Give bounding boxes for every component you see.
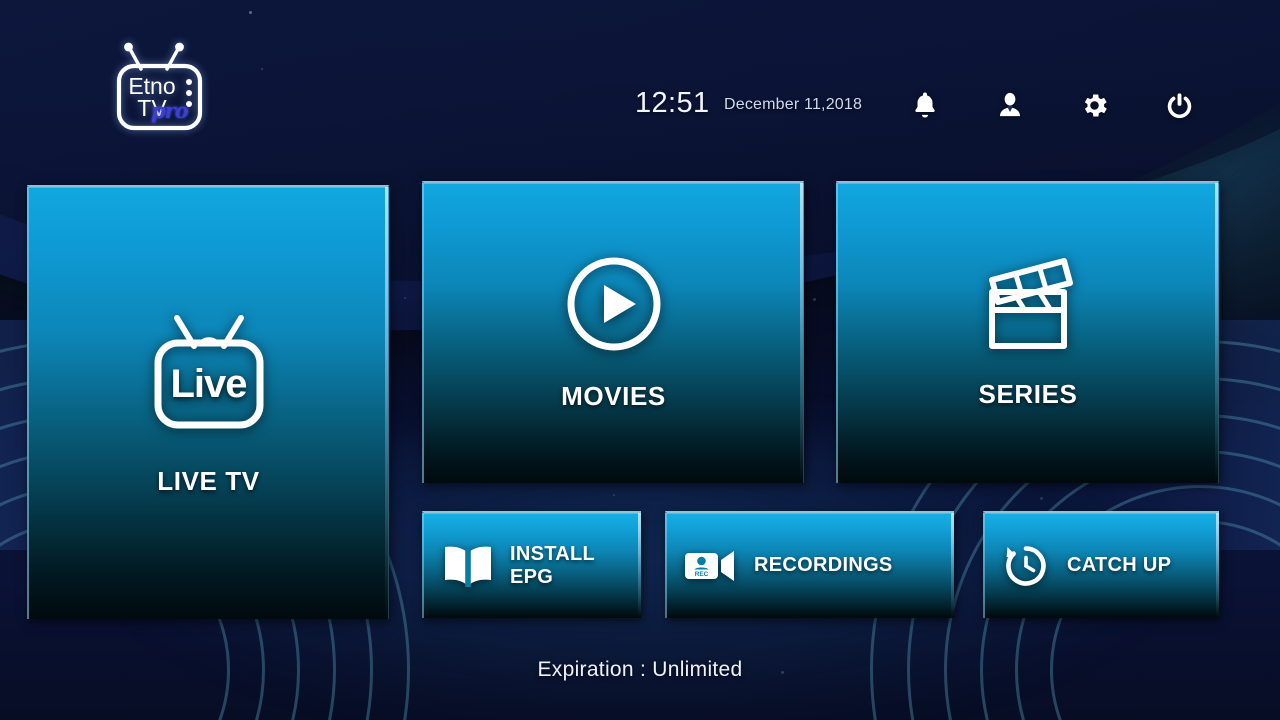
tile-live-tv-label: LIVE TV	[157, 465, 260, 496]
tile-movies-label: MOVIES	[561, 381, 666, 411]
dust-particle	[1040, 497, 1043, 500]
button-catch-up[interactable]: CATCH UP	[983, 511, 1219, 618]
expiration-status: Expiration : Unlimited	[537, 658, 743, 681]
clapperboard-icon	[978, 256, 1078, 357]
button-recordings[interactable]: REC RECORDINGS	[665, 511, 954, 618]
logo-pro-text: pro	[151, 98, 189, 123]
svg-text:REC: REC	[695, 571, 709, 578]
dust-particle	[613, 494, 615, 496]
live-tv-icon-text: Live	[170, 361, 247, 406]
tile-series[interactable]: SERIES	[836, 181, 1219, 483]
app-logo[interactable]: Etno TV pro	[107, 36, 212, 136]
history-clock-icon	[1003, 543, 1049, 589]
user-account-icon[interactable]	[987, 82, 1033, 128]
live-tv-icon: Live	[149, 310, 269, 432]
settings-gear-icon[interactable]	[1071, 82, 1117, 128]
button-install-epg-label: INSTALL EPG	[510, 543, 595, 588]
dust-particle	[813, 298, 816, 301]
button-recordings-label: RECORDINGS	[754, 554, 893, 577]
button-install-epg-label-line2: EPG	[510, 565, 554, 588]
clock-time: 12:51	[635, 87, 710, 119]
notifications-bell-icon[interactable]	[902, 82, 948, 128]
dust-particle	[404, 297, 406, 299]
button-catch-up-label: CATCH UP	[1067, 554, 1172, 577]
button-install-epg[interactable]: INSTALL EPG	[422, 511, 641, 618]
tile-live-tv[interactable]: Live LIVE TV	[27, 185, 389, 619]
header-bar: Etno TV pro 12:51 December 11,2018	[0, 0, 1280, 182]
button-install-epg-label-line1: INSTALL	[510, 543, 596, 566]
book-info-icon	[442, 543, 494, 589]
tile-movies[interactable]: MOVIES	[422, 181, 804, 483]
tile-series-label: SERIES	[978, 379, 1078, 409]
play-circle-icon	[564, 254, 664, 359]
video-camera-rec-icon: REC	[684, 546, 736, 586]
power-icon[interactable]	[1156, 82, 1202, 128]
clock-date: December 11,2018	[724, 96, 863, 113]
